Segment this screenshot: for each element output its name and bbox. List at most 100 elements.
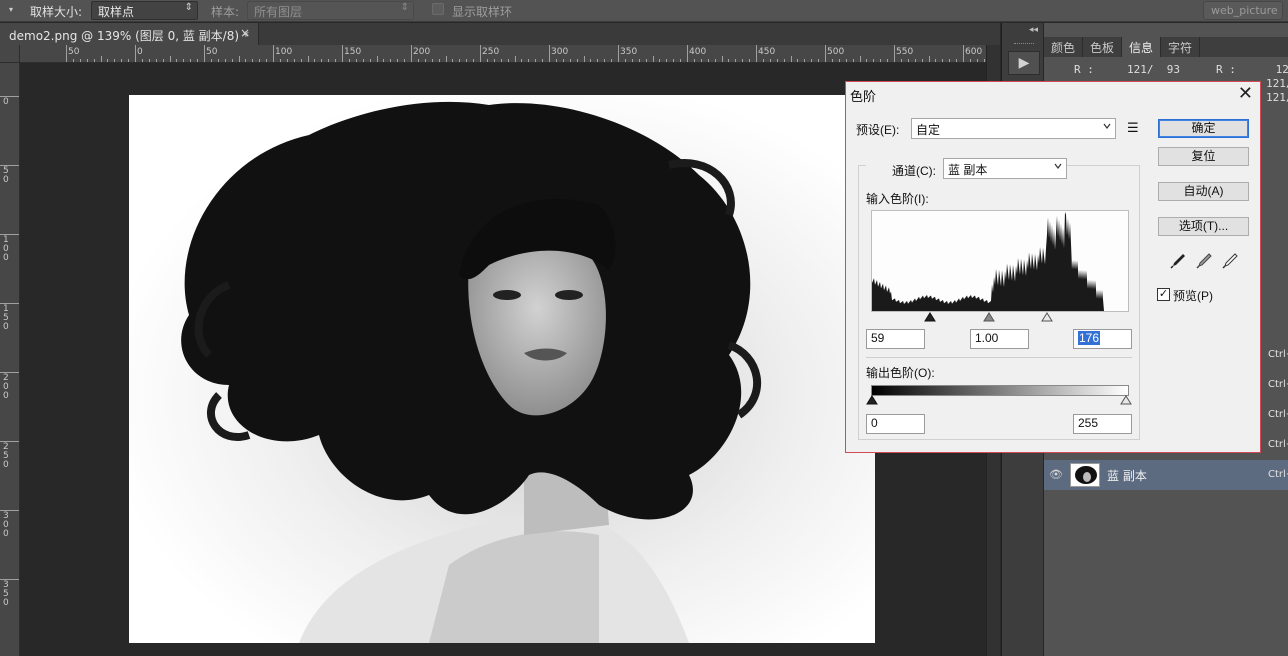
- ruler-label: 300: [3, 511, 9, 539]
- canvas-area[interactable]: [21, 64, 985, 656]
- show-sampling-ring-checkbox[interactable]: [432, 3, 444, 15]
- ruler-tick: [528, 59, 530, 62]
- channel-row-blue-copy[interactable]: 👁 蓝 副本 Ctrl+: [1044, 460, 1288, 490]
- ruler-tick: [369, 59, 371, 62]
- ruler-tick: [631, 59, 633, 62]
- tab-swatches[interactable]: 色板: [1083, 37, 1123, 57]
- ruler-tick: [549, 45, 550, 62]
- tab-character[interactable]: 字符: [1161, 37, 1201, 57]
- sample-size-select[interactable]: 取样点 ⇕: [91, 1, 198, 20]
- input-black-slider[interactable]: [924, 312, 936, 322]
- actions-play-icon[interactable]: ▶: [1008, 51, 1040, 75]
- input-gamma-slider[interactable]: [983, 312, 995, 322]
- close-icon[interactable]: ✕: [1238, 83, 1253, 104]
- ruler-label: 200: [413, 47, 431, 57]
- channel-value: 蓝 副本: [948, 163, 988, 177]
- output-white-field[interactable]: 255: [1073, 414, 1132, 434]
- ruler-tick: [969, 59, 971, 62]
- ruler-tick: [176, 59, 178, 62]
- channel-label: 通道(C):: [892, 164, 936, 178]
- channel-select[interactable]: 蓝 副本: [943, 158, 1067, 179]
- output-white-slider[interactable]: [1120, 395, 1132, 405]
- black-eyedropper-icon[interactable]: [1169, 252, 1187, 270]
- white-eyedropper-icon[interactable]: [1221, 252, 1239, 270]
- panel-tabs: 颜色 色板 信息 字符: [1044, 37, 1288, 57]
- select-arrows-icon: ⇕: [184, 2, 193, 13]
- sample-size-value: 取样点: [98, 5, 135, 19]
- auto-button[interactable]: 自动(A): [1158, 182, 1249, 201]
- ruler-tick: [949, 59, 951, 62]
- ruler-tick: [645, 59, 647, 62]
- ruler-tick: [183, 59, 185, 62]
- ruler-tick: [328, 59, 330, 62]
- ruler-tick: [638, 59, 640, 62]
- ruler-label: 250: [482, 47, 500, 57]
- preset-value: 自定: [916, 123, 941, 137]
- output-black-field[interactable]: 0: [866, 414, 925, 434]
- ruler-origin[interactable]: [0, 45, 20, 63]
- ruler-tick: [72, 59, 74, 62]
- tool-options-grip-icon[interactable]: ▾: [9, 6, 15, 14]
- ruler-tick: [224, 59, 226, 62]
- show-sampling-ring-label: 显示取样环: [452, 5, 513, 19]
- workspace-switcher[interactable]: web_picture: [1203, 1, 1283, 20]
- ruler-label: 50: [3, 166, 9, 185]
- input-white-field[interactable]: 176: [1073, 329, 1132, 349]
- ruler-tick: [859, 56, 861, 62]
- ruler-tick: [652, 56, 654, 62]
- ruler-label: 400: [689, 47, 707, 57]
- ruler-label: 200: [3, 373, 9, 401]
- ruler-tick: [900, 59, 902, 62]
- input-white-slider[interactable]: [1041, 312, 1053, 322]
- preview-checkbox[interactable]: ✓: [1157, 288, 1170, 301]
- input-levels-label: 输入色阶(I):: [866, 192, 929, 206]
- gray-eyedropper-icon[interactable]: [1195, 252, 1213, 270]
- ruler-label: 450: [758, 47, 776, 57]
- input-gamma-field[interactable]: 1.00: [970, 329, 1029, 349]
- ruler-tick: [376, 56, 378, 62]
- info-blue-readout-right: 121/: [1266, 91, 1288, 104]
- chevron-down-icon: [1054, 163, 1062, 169]
- ruler-tick: [783, 59, 785, 62]
- ruler-tick: [93, 59, 95, 62]
- separator: [866, 357, 1132, 358]
- preset-select[interactable]: 自定: [911, 118, 1116, 139]
- input-black-field[interactable]: 59: [866, 329, 925, 349]
- preset-options-icon[interactable]: ☰: [1127, 120, 1139, 136]
- ruler-tick: [135, 45, 136, 62]
- document-tab[interactable]: demo2.png @ 139% (图层 0, 蓝 副本/8) * ×: [0, 23, 259, 45]
- ruler-tick: [845, 59, 847, 62]
- close-tab-icon[interactable]: ×: [240, 26, 250, 40]
- dock-grip[interactable]: [1014, 43, 1034, 45]
- ruler-tick: [811, 59, 813, 62]
- ruler-tick: [459, 59, 461, 62]
- ruler-tick: [624, 59, 626, 62]
- horizontal-ruler[interactable]: 50 0 50 100 150 200 250 300 350 400 450 500 550 600: [20, 45, 986, 63]
- ruler-tick: [0, 96, 19, 97]
- preview-label: 预览(P): [1173, 289, 1213, 303]
- ruler-tick: [307, 56, 309, 62]
- sample-layers-select[interactable]: 所有图层 ⇕: [247, 1, 414, 20]
- vertical-ruler[interactable]: 0 50 100 150 200 250 300 350: [0, 63, 20, 656]
- ruler-tick: [818, 59, 820, 62]
- visibility-eye-icon[interactable]: 👁: [1049, 468, 1063, 481]
- document-image[interactable]: [129, 95, 875, 643]
- ok-button[interactable]: 确定: [1158, 119, 1249, 138]
- ruler-tick: [0, 579, 19, 580]
- ruler-tick: [0, 441, 19, 442]
- ruler-tick: [279, 59, 281, 62]
- ruler-tick: [486, 59, 488, 62]
- tab-info[interactable]: 信息: [1122, 37, 1162, 57]
- dialog-title: 色阶: [850, 89, 877, 104]
- chevron-down-icon: [1103, 123, 1111, 129]
- ruler-label: 550: [896, 47, 914, 57]
- tab-color[interactable]: 颜色: [1044, 37, 1084, 57]
- reset-button[interactable]: 复位: [1158, 147, 1249, 166]
- ruler-label: 150: [344, 47, 362, 57]
- output-black-slider[interactable]: [866, 395, 878, 405]
- output-sliders: [866, 395, 1132, 405]
- ruler-tick: [355, 59, 357, 62]
- options-button[interactable]: 选项(T)...: [1158, 217, 1249, 236]
- channel-name: 蓝 副本: [1107, 469, 1147, 483]
- collapse-panels-icon[interactable]: ◂◂: [1029, 25, 1038, 35]
